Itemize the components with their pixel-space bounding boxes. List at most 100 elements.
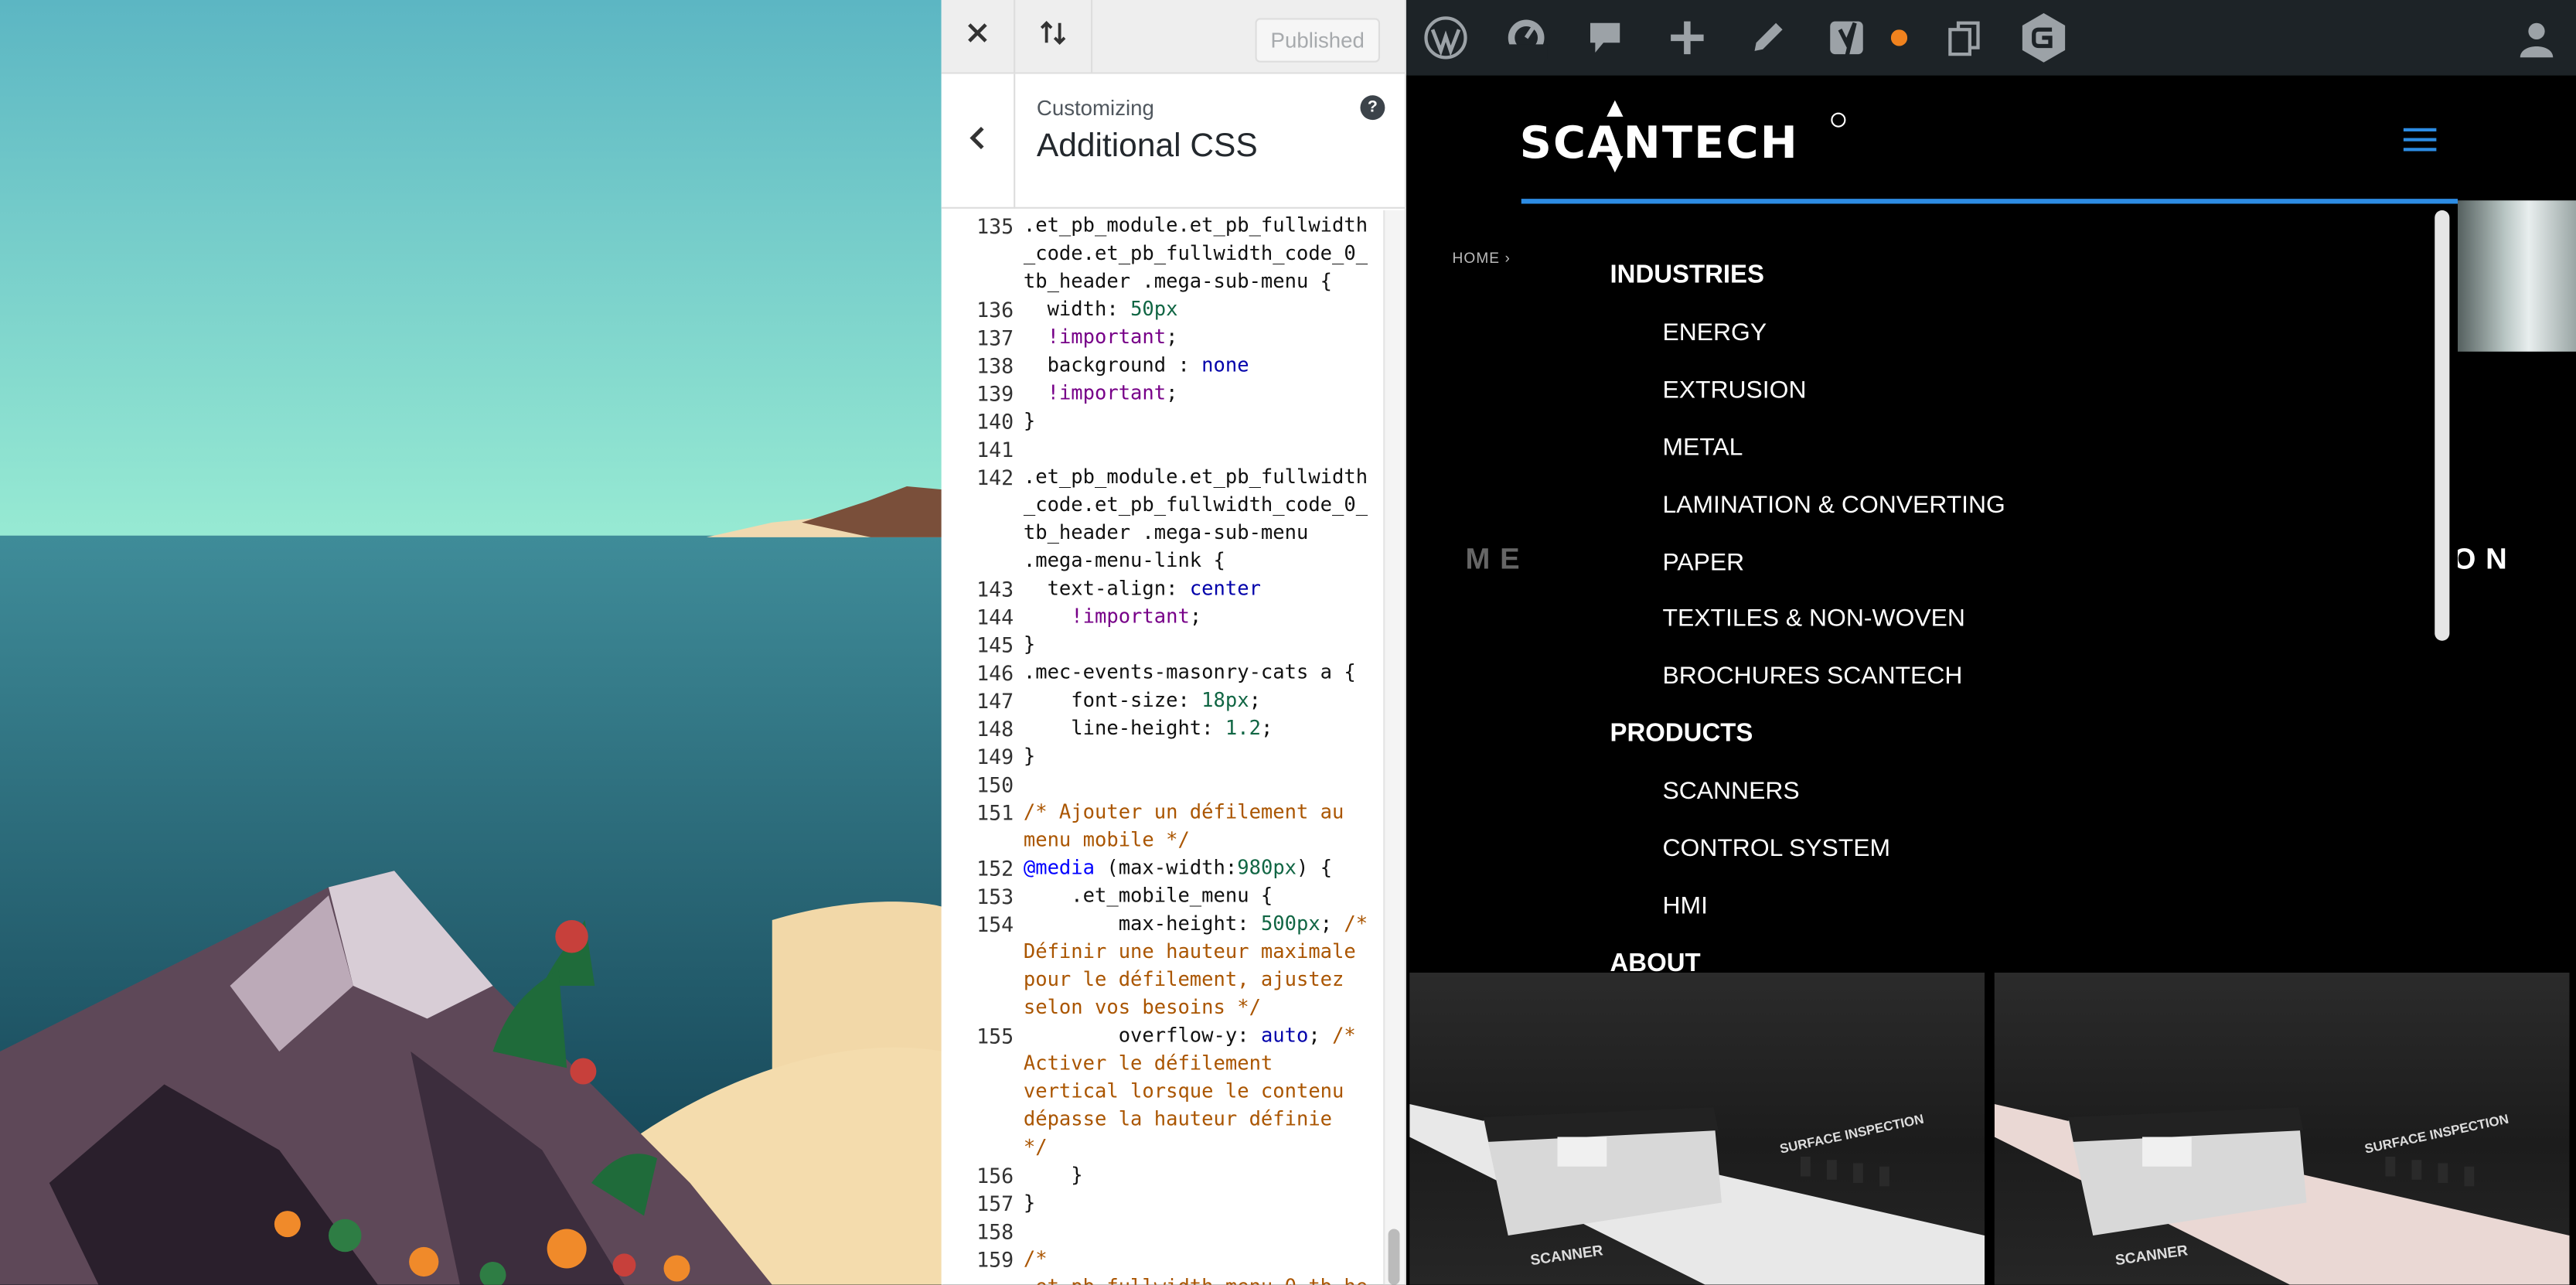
site-preview: SCANTECH HOME › ME ON INDUSTRIES ENERGY EX… (1406, 0, 2576, 1285)
back-chevron-icon (969, 124, 986, 158)
code-line[interactable]: } (1024, 743, 1382, 771)
menu-item-top[interactable]: INDUSTRIES (1610, 261, 1764, 291)
code-line[interactable]: .et_pb_fullwidth_menu_0_tb_he (1024, 1273, 1382, 1285)
menu-subitem[interactable]: PAPER (1663, 548, 1745, 576)
section-header: Customizing Additional CSS ? (941, 73, 1405, 209)
code-line[interactable]: Activer le défilement (1024, 1050, 1382, 1078)
code-line[interactable]: } (1024, 631, 1382, 659)
yoast-icon[interactable] (1824, 0, 1873, 76)
hamburger-menu-icon[interactable] (2402, 127, 2438, 153)
code-line[interactable]: max-height: 500px; /* (1024, 910, 1382, 938)
code-line[interactable]: pour le défilement, ajustez (1024, 966, 1382, 994)
line-number: 153 (976, 884, 1014, 909)
code-line[interactable]: tb_header .mega-sub-menu (1024, 520, 1382, 547)
code-line[interactable]: .et_mobile_menu { (1024, 882, 1382, 910)
customizer-panel: Published Customizing Additional CSS ? 1… (941, 0, 1406, 1285)
code-line[interactable]: overflow-y: auto; /* (1024, 1022, 1382, 1050)
code-line[interactable]: vertical lorsque le contenu (1024, 1078, 1382, 1106)
section-title: Additional CSS (1036, 128, 1258, 165)
menu-subitem[interactable]: CONTROL SYSTEM (1663, 835, 1891, 863)
menu-subitem[interactable]: ENERGY (1663, 319, 1767, 346)
code-line[interactable]: */ (1024, 1133, 1382, 1161)
menu-subitem[interactable]: TEXTILES & NON-WOVEN (1663, 605, 1965, 633)
close-customizer-button[interactable] (942, 0, 1016, 74)
scantech-logo[interactable]: SCANTECH (1520, 100, 1849, 176)
code-line[interactable]: font-size: 18px; (1024, 687, 1382, 714)
wordpress-logo-icon[interactable] (1419, 0, 1472, 76)
code-line[interactable]: .et_pb_module.et_pb_fullwidth (1024, 212, 1382, 240)
line-number: 159 (976, 1246, 1014, 1272)
code-line[interactable]: @media (max-width:980px) { (1024, 854, 1382, 882)
site-header: SCANTECH (1406, 75, 2576, 201)
editor-scroll-thumb[interactable] (1388, 1229, 1400, 1285)
menu-subitem[interactable]: SCANNERS (1663, 777, 1800, 805)
line-number: 140 (976, 409, 1014, 434)
gravity-forms-icon[interactable] (2018, 0, 2070, 76)
line-number: 157 (976, 1191, 1014, 1216)
code-line[interactable]: /* Ajouter un défilement au (1024, 799, 1382, 827)
hero-title-fragment-left: ME (1465, 542, 1530, 575)
menu-subitem[interactable]: EXTRUSION (1663, 376, 1807, 404)
code-line[interactable]: dépasse la hauteur définie (1024, 1106, 1382, 1133)
menu-subitem[interactable]: HMI (1663, 892, 1708, 920)
dashboard-icon[interactable] (1500, 0, 1552, 76)
code-line[interactable]: } (1024, 407, 1382, 435)
product-image-scanner-1[interactable]: SURFACE INSPECTION SCANNER (1409, 973, 1985, 1285)
code-line[interactable]: } (1024, 1190, 1382, 1218)
code-line[interactable]: /* (1024, 1246, 1382, 1273)
code-line[interactable]: !important; (1024, 603, 1382, 631)
hero-title-fragment-right: ON (2452, 542, 2517, 575)
code-line[interactable]: _code.et_pb_fullwidth_code_0_ (1024, 491, 1382, 519)
menu-subitem[interactable]: METAL (1663, 433, 1743, 461)
hero-image-strip (2458, 200, 2576, 352)
code-line[interactable]: .mega-menu-link { (1024, 547, 1382, 575)
code-line[interactable]: Définir une hauteur maximale (1024, 938, 1382, 966)
duplicate-page-icon[interactable] (1941, 0, 1990, 76)
brand-name: SCANTECH (1520, 117, 1799, 169)
code-line[interactable]: width: 50px (1024, 296, 1382, 324)
line-number: 138 (976, 353, 1014, 378)
menu-scrollbar-thumb[interactable] (2435, 210, 2450, 641)
section-subtitle: Customizing (1036, 95, 1154, 121)
reorder-button[interactable] (1015, 0, 1093, 74)
code-line[interactable]: !important; (1024, 380, 1382, 407)
line-number: 139 (976, 381, 1014, 406)
code-line[interactable]: tb_header .mega-sub-menu { (1024, 268, 1382, 295)
product-image-scanner-2[interactable]: SURFACE INSPECTION SCANNER (1994, 973, 2570, 1285)
line-number: 137 (976, 325, 1014, 350)
line-number: 149 (976, 744, 1014, 769)
line-number: 141 (976, 437, 1014, 462)
editor-scrollbar[interactable] (1383, 210, 1405, 1285)
code-line[interactable]: .mec-events-masonry-cats a { (1024, 659, 1382, 687)
user-avatar-icon[interactable] (2510, 0, 2563, 76)
code-line[interactable]: _code.et_pb_fullwidth_code_0_ (1024, 240, 1382, 268)
back-button[interactable] (942, 73, 1016, 209)
menu-subitem[interactable]: BROCHURES SCANTECH (1663, 663, 1963, 690)
code-line[interactable]: } (1024, 1161, 1382, 1189)
breadcrumb[interactable]: HOME › (1453, 250, 1511, 266)
line-number: 135 (976, 213, 1014, 239)
line-number: 143 (976, 576, 1014, 602)
css-code-editor[interactable]: 135 .et_pb_module.et_pb_fullwidth _code.et… (942, 210, 1384, 1285)
line-number: 152 (976, 856, 1014, 881)
line-number: 148 (976, 716, 1014, 741)
code-line[interactable]: .et_pb_module.et_pb_fullwidth (1024, 463, 1382, 491)
svg-text:SURFACE INSPECTION: SURFACE INSPECTION (2363, 1112, 2510, 1157)
menu-item-top[interactable]: PRODUCTS (1610, 720, 1753, 749)
code-line[interactable]: !important; (1024, 324, 1382, 352)
menu-subitem[interactable]: LAMINATION & CONVERTING (1663, 491, 2005, 519)
code-line[interactable]: text-align: center (1024, 575, 1382, 603)
code-line[interactable]: selon vos besoins */ (1024, 994, 1382, 1022)
breadcrumb-home[interactable]: HOME (1453, 250, 1501, 266)
code-line[interactable]: menu mobile */ (1024, 827, 1382, 854)
line-number: 136 (976, 297, 1014, 322)
new-content-icon[interactable] (1663, 0, 1712, 76)
published-button[interactable]: Published (1255, 18, 1380, 63)
edit-pencil-icon[interactable] (1743, 0, 1793, 76)
help-icon[interactable]: ? (1360, 95, 1385, 121)
code-line[interactable]: background : none (1024, 352, 1382, 380)
code-line[interactable]: line-height: 1.2; (1024, 714, 1382, 742)
line-number: 154 (976, 912, 1014, 937)
line-number: 151 (976, 799, 1014, 825)
comments-icon[interactable] (1580, 0, 1630, 76)
